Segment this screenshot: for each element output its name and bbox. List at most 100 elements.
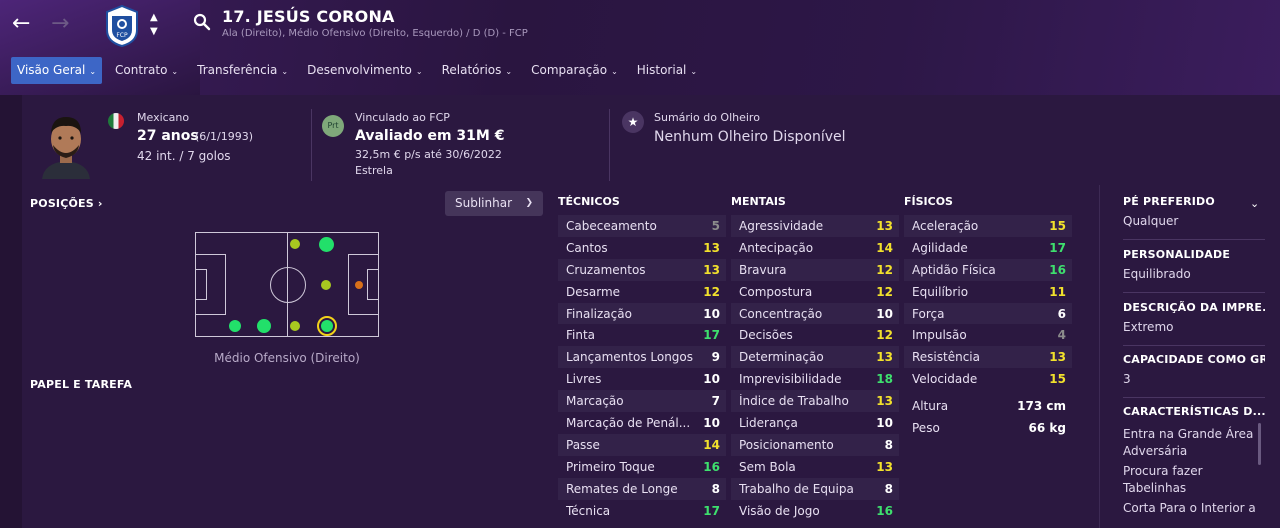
attribute-row[interactable]: Remates de Longe 8 [558,477,726,500]
position-dot[interactable] [355,281,363,289]
attribute-name: Passe [566,437,600,452]
attribute-row[interactable]: Velocidade 15 [904,368,1072,390]
attribute-name: Concentração [739,306,823,321]
attribute-row[interactable]: Visão de Jogo 16 [731,500,899,522]
attribute-name: Sem Bola [739,459,796,474]
trait-item: Procura fazer Tabelinhas [1123,464,1203,495]
trait-item: Corta Para o Interior a [1123,501,1256,515]
international-caps: 42 int. / 7 golos [137,149,231,163]
attribute-row[interactable]: Trabalho de Equipa 8 [731,477,899,500]
attribute-row[interactable]: Cantos 13 [558,237,726,259]
attribute-value: 12 [876,262,893,277]
attribute-row[interactable]: Bravura 12 [731,258,899,281]
attribute-name: Antecipação [739,240,814,255]
attribute-name: Resistência [912,350,980,365]
technical-attributes: TÉCNICOS Cabeceamento 5 Cantos 13 Cruzamento… [558,193,726,521]
preferred-foot-value: Qualquer [1123,214,1179,228]
attribute-value: 17 [703,328,720,343]
attribute-row[interactable]: Força 6 [904,302,1072,325]
contract-club: Vinculado ao FCP [355,111,450,124]
attribute-name: Remates de Longe [566,481,678,496]
back-arrow-icon[interactable]: ← [12,12,30,36]
attribute-value: 13 [876,459,893,474]
attribute-row[interactable]: Agressividade 13 [731,215,899,237]
search-icon[interactable] [193,13,211,31]
scout-summary-value[interactable]: Nenhum Olheiro Disponível [654,129,846,145]
attribute-row[interactable]: Finalização 10 [558,302,726,325]
attribute-row[interactable]: Marcação 7 [558,390,726,413]
tab-comparison[interactable]: Comparação ⌄ [525,57,624,84]
attribute-row[interactable]: Agilidade 17 [904,237,1072,259]
position-dot[interactable] [290,321,300,331]
attribute-row[interactable]: Finta 17 [558,324,726,346]
traits-section: CARACTERÍSTICAS D... Entra na Grande Áre… [1123,405,1265,517]
positions-heading[interactable]: POSIÇÕES › [30,197,103,210]
attribute-row[interactable]: Índice de Trabalho 13 [731,390,899,413]
attribute-name: Posicionamento [739,437,834,452]
attribute-name: Agressividade [739,218,824,233]
attribute-name: Aceleração [912,218,979,233]
chevron-down-icon[interactable]: ⌄ [1250,197,1259,210]
tab-history[interactable]: Historial ⌄ [631,57,703,84]
attribute-row[interactable]: Primeiro Toque 16 [558,456,726,478]
chevron-down-icon[interactable]: ▼ [150,26,158,37]
attribute-value: 16 [1049,262,1066,277]
attribute-row[interactable]: Equilíbrio 11 [904,281,1072,303]
selected-position-ring[interactable] [317,316,337,336]
attribute-row[interactable]: Imprevisibilidade 18 [731,368,899,390]
attribute-row[interactable]: Cruzamentos 13 [558,258,726,281]
position-dot [321,320,333,332]
tab-contract[interactable]: Contrato ⌄ [109,57,184,84]
attribute-row[interactable]: Livres 10 [558,368,726,390]
tab-development[interactable]: Desenvolvimento ⌄ [301,57,429,84]
attribute-row[interactable]: Lançamentos Longos 9 [558,346,726,369]
attribute-name: Visão de Jogo [739,503,820,518]
attribute-name: Cruzamentos [566,262,646,277]
scrollbar[interactable] [1258,423,1261,465]
attribute-value: 12 [876,328,893,343]
attribute-row[interactable]: Liderança 10 [731,412,899,434]
attribute-value: 17 [703,503,720,518]
attribute-value: 13 [703,262,720,277]
chevron-down-icon: ⌄ [415,67,423,76]
attribute-row[interactable]: Sem Bola 13 [731,456,899,478]
tab-overview[interactable]: Visão Geral ⌄ [11,57,103,84]
attribute-row[interactable]: Cabeceamento 5 [558,215,726,237]
tab-reports[interactable]: Relatórios ⌄ [436,57,518,84]
position-dot[interactable] [257,319,271,333]
position-dot[interactable] [290,239,300,249]
chevron-down-icon: ⌄ [505,67,513,76]
chevron-down-icon: ⌄ [611,67,618,76]
highlight-dropdown[interactable]: Sublinhar ❯ [445,191,543,216]
mental-attributes: MENTAIS Agressividade 13 Antecipação 14 Brav… [731,193,899,521]
position-dot[interactable] [229,320,241,332]
attribute-name: Velocidade [912,372,978,387]
attribute-value: 10 [876,306,893,321]
attribute-row[interactable]: Determinação 13 [731,346,899,369]
attribute-row[interactable]: Passe 14 [558,433,726,456]
attribute-row[interactable]: Compostura 12 [731,281,899,303]
position-dot[interactable] [321,280,331,290]
attribute-row[interactable]: Desarme 12 [558,281,726,303]
position-dot[interactable] [319,237,334,252]
tab-transfer[interactable]: Transferência ⌄ [191,57,294,84]
tab-bar: Visão Geral ⌄ Contrato ⌄ Transferência ⌄ De… [11,57,710,84]
attribute-value: 10 [703,415,720,430]
attribute-row[interactable]: Resistência 13 [904,346,1072,369]
attribute-row[interactable]: Posicionamento 8 [731,433,899,456]
attribute-row[interactable]: Impulsão 4 [904,324,1072,346]
attribute-name: Finalização [566,306,632,321]
attribute-value: 18 [876,372,893,387]
chevron-up-icon[interactable]: ▲ [150,12,158,23]
attribute-row[interactable]: Concentração 10 [731,302,899,325]
attribute-row[interactable]: Antecipação 14 [731,237,899,259]
attribute-row[interactable]: Aceleração 15 [904,215,1072,237]
attribute-row[interactable]: Decisões 12 [731,324,899,346]
attribute-name: Determinação [739,350,824,365]
attribute-row[interactable]: Aptidão Física 16 [904,258,1072,281]
forward-arrow-icon[interactable]: → [51,12,69,36]
tab-label: Comparação [531,63,608,77]
attribute-row[interactable]: Marcação de Penál... 10 [558,412,726,434]
attribute-row[interactable]: Técnica 17 [558,500,726,522]
club-crest-icon[interactable]: FCP [104,4,140,48]
